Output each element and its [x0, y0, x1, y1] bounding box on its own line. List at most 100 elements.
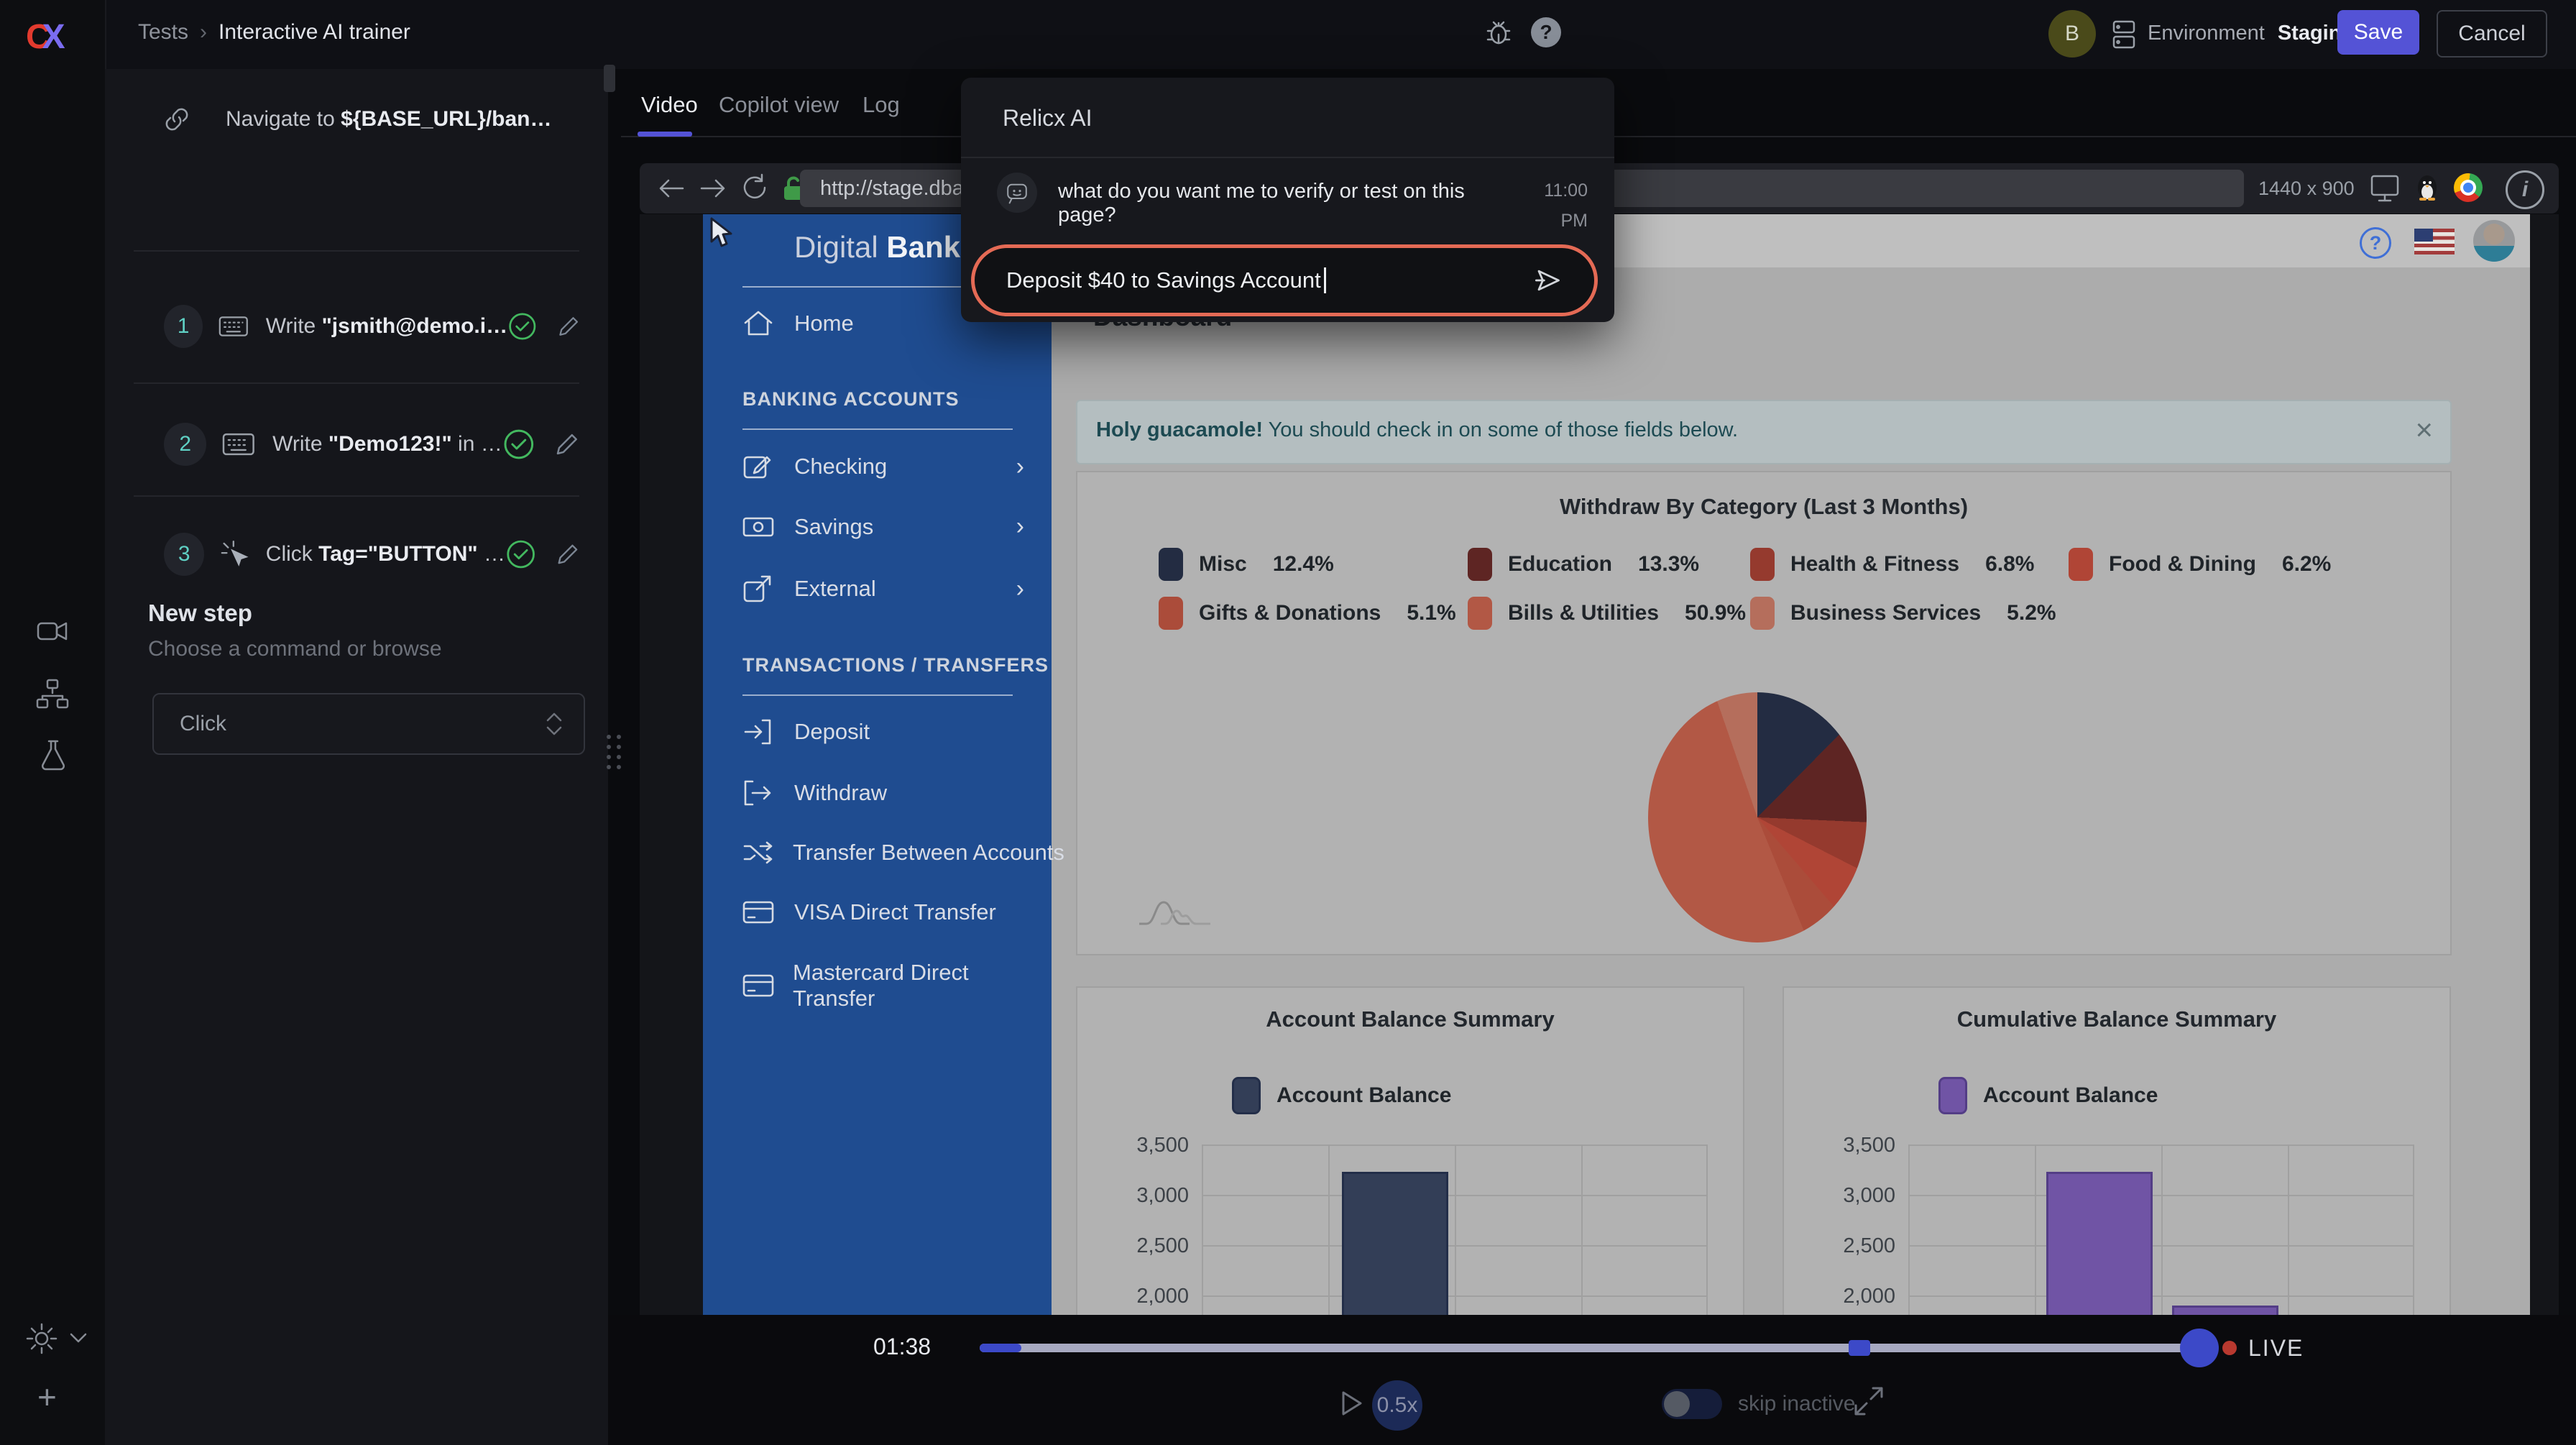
bank-user-avatar	[2473, 220, 2515, 262]
relicx-ai-dialog: Relicx AI what do you want me to verify …	[961, 78, 1614, 322]
progress-track[interactable]	[980, 1344, 2202, 1352]
panel-scrollbar[interactable]	[604, 65, 615, 92]
environment-label: Environment	[2148, 22, 2265, 45]
edit-pencil-icon[interactable]	[553, 431, 581, 458]
environment-server-icon	[2109, 19, 2139, 54]
tab-video[interactable]: Video	[641, 92, 698, 118]
divider	[742, 694, 1013, 696]
y-tick: 3,000	[1095, 1184, 1189, 1208]
bank-nav-mastercard: Mastercard Direct Transfer	[742, 960, 1024, 1012]
y-tick: 3,000	[1802, 1184, 1895, 1208]
step-row-2[interactable]: 2 Write "Demo123!" in …	[164, 423, 581, 466]
skip-inactive-toggle[interactable]	[1662, 1389, 1722, 1419]
flow-sitemap-icon[interactable]	[36, 679, 69, 712]
panel-resize-handle[interactable]	[607, 735, 621, 792]
step-row-1[interactable]: 1 Write "jsmith@demo.i…	[164, 305, 581, 348]
gridline	[1202, 1295, 1706, 1297]
bank-help-icon: ?	[2360, 227, 2391, 259]
legend-item: Account Balance	[1938, 1077, 2158, 1114]
navigate-step[interactable]: Navigate to ${BASE_URL}/ban…	[162, 105, 552, 134]
back-icon[interactable]	[657, 175, 686, 206]
live-dot-icon	[2222, 1341, 2237, 1355]
playback-time: 01:38	[873, 1334, 931, 1360]
new-step-title: New step	[148, 600, 252, 627]
bar-chart-title: Account Balance Summary	[1077, 1006, 1743, 1032]
cancel-button[interactable]: Cancel	[2437, 10, 2547, 58]
bank-page: Digital Bank Home BANKING ACCOUNTS Check…	[703, 214, 2530, 1315]
user-avatar[interactable]: B	[2048, 10, 2096, 58]
alert-close-icon: ×	[2415, 413, 2433, 447]
app-root: CX + Tests › Interactive AI trainer ? B …	[0, 0, 2576, 1445]
breadcrumb-tests-link[interactable]: Tests	[138, 20, 188, 45]
divider	[134, 250, 579, 252]
text-caret	[1324, 267, 1326, 293]
monitor-icon[interactable]	[2369, 173, 2401, 207]
step-number: 3	[164, 533, 204, 576]
navigate-step-label: Navigate to ${BASE_URL}/ban…	[226, 107, 552, 132]
breadcrumb-separator: ›	[200, 20, 207, 45]
bar-chart-title: Cumulative Balance Summary	[1784, 1006, 2450, 1032]
environment-selector[interactable]: Environment Staging	[2148, 22, 2354, 45]
send-button[interactable]	[1531, 265, 1563, 296]
ai-prompt-input[interactable]: Deposit $40 to Savings Account	[971, 244, 1598, 316]
legend-item: Bills & Utilities50.9%	[1468, 597, 1746, 630]
speed-0.5x-button[interactable]: 0.5x	[1372, 1380, 1422, 1431]
bank-nav-withdraw: Withdraw	[742, 779, 1024, 807]
toggle-knob	[1664, 1391, 1690, 1417]
flask-icon[interactable]	[39, 739, 68, 774]
gridline	[1908, 1245, 2413, 1247]
forward-icon[interactable]	[699, 175, 727, 206]
credit-card-icon	[742, 899, 776, 925]
player-bar: 01:38 LIVE 0.5x 1x 2x 4x 8x 16x skip ina…	[608, 1315, 2576, 1445]
legend-item: Food & Dining6.2%	[2069, 548, 2331, 581]
bank-section-accounts: BANKING ACCOUNTS	[742, 388, 960, 410]
sign-out-icon	[742, 779, 776, 807]
pie-chart-title: Withdraw By Category (Last 3 Months)	[1077, 494, 2450, 520]
bank-sidebar: Digital Bank Home BANKING ACCOUNTS Check…	[703, 214, 1052, 1315]
tab-copilot-view[interactable]: Copilot view	[719, 92, 839, 118]
progress-played-segment	[980, 1344, 1021, 1352]
play-button[interactable]	[1334, 1387, 1367, 1423]
bank-nav-checking: Checking›	[742, 451, 1024, 482]
divider	[134, 495, 579, 497]
us-flag-icon	[2414, 229, 2455, 254]
pie	[1648, 692, 1867, 942]
ai-prompt-value: Deposit $40 to Savings Account	[1006, 267, 1321, 293]
sparkline-watermark-icon	[1136, 891, 1225, 935]
step-row-3[interactable]: 3 Click Tag="BUTTON" …	[164, 533, 581, 576]
bank-nav-savings: Savings›	[742, 513, 1024, 541]
info-icon[interactable]: i	[2506, 170, 2544, 209]
bank-nav-deposit: Deposit	[742, 717, 1024, 746]
reload-icon[interactable]	[740, 173, 769, 206]
click-cursor-icon	[220, 538, 249, 570]
video-viewport[interactable]: Digital Bank Home BANKING ACCOUNTS Check…	[640, 214, 2559, 1315]
legend-item: Misc12.4%	[1159, 548, 1334, 581]
legend-item: Health & Fitness6.8%	[1750, 548, 2034, 581]
credit-card-icon	[742, 973, 774, 999]
tab-log[interactable]: Log	[862, 92, 900, 118]
edit-pencil-icon[interactable]	[555, 541, 581, 568]
help-icon[interactable]: ?	[1531, 17, 1561, 47]
debug-bug-icon[interactable]	[1482, 16, 1515, 52]
gridline	[1908, 1195, 2413, 1196]
chevron-down-icon[interactable]	[69, 1331, 88, 1348]
step-number: 1	[164, 305, 203, 348]
skip-inactive-label: skip inactive	[1738, 1392, 1855, 1416]
gridline	[1908, 1144, 2413, 1146]
top-bar: Tests › Interactive AI trainer ? B Envir…	[106, 0, 2576, 69]
command-select[interactable]: Click	[152, 693, 585, 755]
app-logo[interactable]: CX	[26, 17, 65, 57]
external-link-icon	[742, 574, 776, 604]
playhead-handle[interactable]	[2180, 1329, 2219, 1367]
save-button[interactable]: Save	[2337, 10, 2419, 55]
progress-marker[interactable]	[1849, 1340, 1870, 1356]
add-button[interactable]: +	[37, 1377, 57, 1416]
gridline	[1706, 1144, 1708, 1315]
fullscreen-icon[interactable]	[1852, 1384, 1886, 1422]
sign-in-icon	[742, 717, 776, 746]
video-camera-icon[interactable]	[36, 617, 69, 649]
home-icon	[742, 309, 776, 338]
edit-pencil-icon[interactable]	[556, 313, 581, 340]
settings-gear-icon[interactable]	[24, 1321, 59, 1359]
gridline	[2161, 1144, 2163, 1315]
